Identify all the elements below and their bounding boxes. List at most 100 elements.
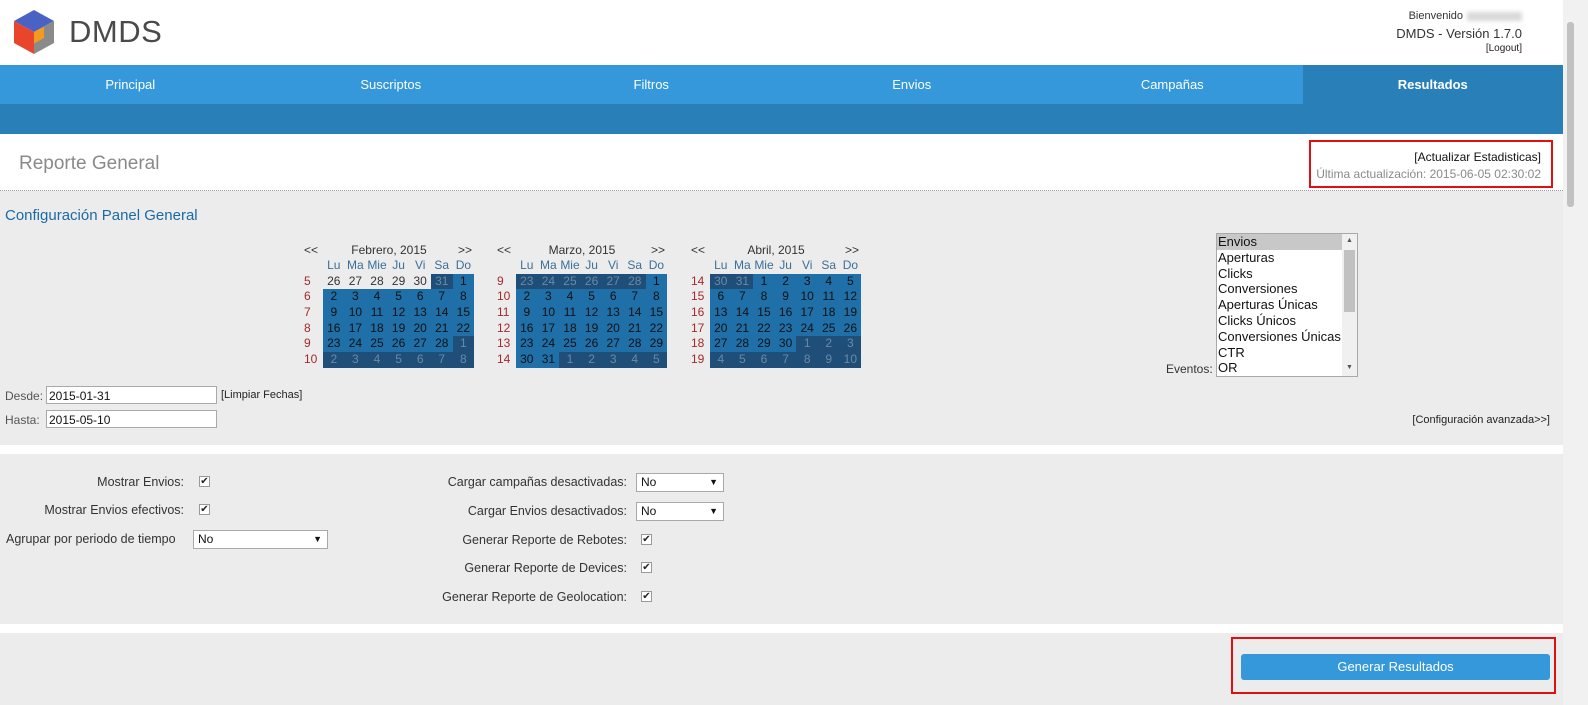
calendar-day[interactable]: 27 <box>409 336 431 353</box>
calendar-day[interactable]: 8 <box>645 289 668 306</box>
calendar-day[interactable]: 23 <box>774 320 797 337</box>
calendar-day[interactable]: 19 <box>839 305 862 321</box>
calendar-day[interactable]: 3 <box>344 352 367 368</box>
group-by-select[interactable]: No ▼ <box>193 530 328 549</box>
calendar-day[interactable]: 17 <box>537 320 560 337</box>
events-option[interactable]: CTR <box>1217 345 1357 361</box>
calendar-day[interactable]: 27 <box>602 273 624 290</box>
calendar-prev-button[interactable]: << <box>304 242 318 258</box>
calendar-day[interactable]: 24 <box>537 273 560 290</box>
calendar-day[interactable]: 5 <box>645 352 668 368</box>
calendar-day[interactable]: 7 <box>774 352 797 368</box>
clear-dates-link[interactable]: [Limpiar Fechas] <box>221 389 302 401</box>
calendar-day[interactable]: 30 <box>516 352 538 368</box>
calendar-day[interactable]: 5 <box>580 289 603 306</box>
calendar-next-button[interactable]: >> <box>845 242 859 258</box>
calendar-day[interactable]: 1 <box>559 352 581 368</box>
calendar-day[interactable]: 2 <box>817 336 840 353</box>
calendar-day[interactable]: 23 <box>323 336 345 353</box>
logout-link[interactable]: [Logout] <box>1486 43 1522 54</box>
calendar-day[interactable]: 28 <box>731 336 754 353</box>
calendar-day[interactable]: 29 <box>645 336 668 353</box>
calendar-day[interactable]: 10 <box>839 352 862 368</box>
calendar-day[interactable]: 28 <box>366 274 388 290</box>
calendar-day[interactable]: 25 <box>817 320 840 337</box>
calendar-day[interactable]: 9 <box>817 352 840 368</box>
calendar-day[interactable]: 3 <box>796 273 818 290</box>
calendar-day[interactable]: 5 <box>731 352 754 368</box>
nav-item-principal[interactable]: Principal <box>0 65 261 104</box>
calendar-day[interactable]: 27 <box>710 336 732 353</box>
events-option[interactable]: Conversiones <box>1217 281 1357 297</box>
calendar-day[interactable]: 13 <box>409 305 431 321</box>
calendar-day[interactable]: 7 <box>731 289 754 306</box>
calendar-day[interactable]: 2 <box>774 273 797 290</box>
calendar-day[interactable]: 2 <box>323 289 345 306</box>
calendar-day[interactable]: 21 <box>623 320 646 337</box>
calendar-day[interactable]: 22 <box>452 320 475 337</box>
calendar-day[interactable]: 24 <box>796 320 818 337</box>
calendar-day[interactable]: 11 <box>559 305 581 321</box>
calendar-day[interactable]: 15 <box>753 305 775 321</box>
calendar-day[interactable]: 14 <box>623 305 646 321</box>
calendar-day[interactable]: 10 <box>537 305 560 321</box>
calendar-day[interactable]: 12 <box>387 305 410 321</box>
calendar-day[interactable]: 13 <box>602 305 624 321</box>
calendar-day[interactable]: 2 <box>580 352 603 368</box>
calendar-day[interactable]: 8 <box>753 289 775 306</box>
calendar-day[interactable]: 2 <box>516 289 538 306</box>
calendar-day[interactable]: 26 <box>839 320 862 337</box>
show-effective-checkbox[interactable]: ✔ <box>199 504 210 515</box>
calendar-day[interactable]: 24 <box>537 336 560 353</box>
calendar-day[interactable]: 14 <box>731 305 754 321</box>
events-listbox[interactable]: Envios Aperturas Clicks Conversiones Apertur… <box>1216 233 1358 377</box>
calendar-day[interactable]: 6 <box>753 352 775 368</box>
calendar-day[interactable]: 30 <box>774 336 797 353</box>
advanced-config-link[interactable]: [Configuración avanzada>>] <box>1412 414 1550 426</box>
calendar-day[interactable]: 14 <box>430 305 453 321</box>
calendar-day[interactable]: 12 <box>580 305 603 321</box>
calendar-day[interactable]: 26 <box>323 274 345 290</box>
show-sends-checkbox[interactable]: ✔ <box>199 476 210 487</box>
load-campaigns-select[interactable]: No ▼ <box>636 473 724 492</box>
calendar-day[interactable]: 20 <box>409 320 431 337</box>
calendar-day[interactable]: 11 <box>366 305 388 321</box>
calendar-day[interactable]: 17 <box>344 320 367 337</box>
calendar-day[interactable]: 6 <box>602 289 624 306</box>
events-scrollbar[interactable]: ▲ ▼ <box>1342 234 1357 376</box>
update-stats-link[interactable]: [Actualizar Estadisticas] <box>1414 150 1541 164</box>
calendar-day[interactable]: 1 <box>796 336 818 353</box>
from-date-input[interactable]: 2015-01-31 <box>46 386 217 404</box>
page-scrollbar[interactable] <box>1563 0 1588 705</box>
nav-item-resultados[interactable]: Resultados <box>1302 65 1563 104</box>
calendar-day[interactable]: 10 <box>344 305 367 321</box>
calendar-day[interactable]: 31 <box>731 273 754 290</box>
calendar-day[interactable]: 28 <box>623 336 646 353</box>
calendar-day[interactable]: 3 <box>839 336 862 353</box>
calendar-day[interactable]: 22 <box>645 320 668 337</box>
calendar-day[interactable]: 20 <box>602 320 624 337</box>
calendar-day[interactable]: 31 <box>537 352 560 368</box>
to-date-input[interactable]: 2015-05-10 <box>46 410 217 428</box>
calendar-day[interactable]: 4 <box>559 289 581 306</box>
calendar-day[interactable]: 3 <box>344 289 367 306</box>
calendar-day[interactable]: 5 <box>839 273 862 290</box>
scroll-up-icon[interactable]: ▲ <box>1346 237 1353 244</box>
calendar-day[interactable]: 3 <box>537 289 560 306</box>
calendar-day[interactable]: 28 <box>623 273 646 290</box>
events-scroll-thumb[interactable] <box>1344 250 1355 312</box>
events-option[interactable]: Clicks Únicos <box>1217 313 1357 329</box>
calendar-day[interactable]: 7 <box>430 289 453 306</box>
calendar-day[interactable]: 4 <box>366 289 388 306</box>
generate-results-button[interactable]: Generar Resultados <box>1241 654 1550 680</box>
calendar-day[interactable]: 24 <box>344 336 367 353</box>
calendar-day[interactable]: 16 <box>774 305 797 321</box>
calendar-day[interactable]: 16 <box>516 320 538 337</box>
calendar-day[interactable]: 21 <box>430 320 453 337</box>
calendar-day[interactable]: 23 <box>516 336 538 353</box>
page-scroll-thumb[interactable] <box>1567 22 1574 207</box>
calendar-day[interactable]: 5 <box>387 352 410 368</box>
calendar-day[interactable]: 22 <box>753 320 775 337</box>
load-sends-select[interactable]: No ▼ <box>636 502 724 521</box>
calendar-day[interactable]: 4 <box>817 273 840 290</box>
